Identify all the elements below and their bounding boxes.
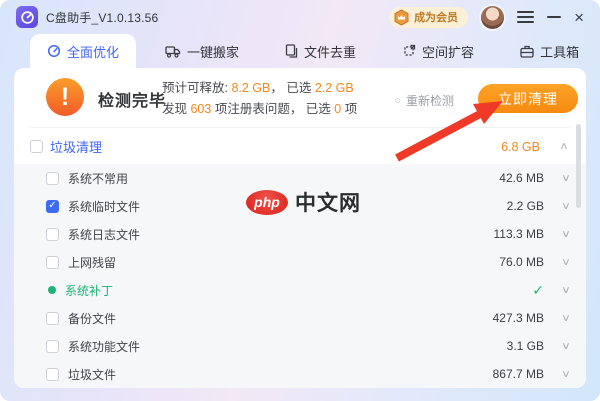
- checkbox[interactable]: [46, 368, 59, 381]
- tab-bar: 全面优化 一键搬家 文件去重 空间扩容 工具箱: [30, 34, 596, 68]
- item-size: 76.0 MB: [499, 255, 544, 269]
- tab-toolbox[interactable]: 工具箱: [503, 34, 596, 68]
- member-label: 成为会员: [414, 9, 458, 25]
- item-size: 867.7 MB: [493, 367, 544, 381]
- checkbox[interactable]: [46, 340, 59, 353]
- chevron-down-icon[interactable]: ∨: [558, 201, 574, 212]
- item-size: 42.6 MB: [499, 171, 544, 185]
- tab-label: 一键搬家: [187, 42, 239, 61]
- scrollbar-thumb[interactable]: [576, 124, 581, 208]
- list-item[interactable]: 上网残留 76.0 MB ∨: [14, 248, 586, 276]
- optimize-gauge-icon: [47, 44, 61, 58]
- list-item[interactable]: 系统功能文件 3.1 GB ∨: [14, 332, 586, 360]
- list-item-label: 备份文件: [68, 310, 116, 327]
- list-item[interactable]: 系统补丁 ✓ ∨: [14, 276, 586, 304]
- scan-summary: 预计可释放: 8.2 GB， 已选 2.2 GB 发现 603 项注册表问题， …: [162, 78, 357, 120]
- item-size: 427.3 MB: [493, 311, 544, 325]
- list-item[interactable]: 备份文件 427.3 MB ∨: [14, 304, 586, 332]
- group-checkbox[interactable]: [30, 140, 43, 153]
- checkbox[interactable]: [46, 228, 59, 241]
- recheck-button[interactable]: ○ 重新检测: [394, 92, 454, 109]
- tab-one-key-move[interactable]: 一键搬家: [148, 34, 256, 68]
- tab-full-optimize[interactable]: 全面优化: [30, 34, 136, 68]
- watermark-text: 中文网: [295, 187, 361, 217]
- checkbox[interactable]: [46, 172, 59, 185]
- group-size: 6.8 GB: [501, 140, 540, 154]
- list-item[interactable]: 系统日志文件 113.3 MB ∨: [14, 220, 586, 248]
- chevron-down-icon[interactable]: ∨: [558, 173, 574, 184]
- warning-exclamation-icon: !: [46, 78, 84, 116]
- chevron-down-icon[interactable]: ∨: [558, 229, 574, 240]
- become-member-button[interactable]: 成为会员: [389, 7, 468, 28]
- checkbox-checked[interactable]: ✓: [46, 200, 59, 213]
- scan-status: 检测完毕: [98, 87, 166, 111]
- main-panel: ! 检测完毕 预计可释放: 8.2 GB， 已选 2.2 GB 发现 603 项…: [14, 68, 586, 388]
- truck-icon: [165, 45, 181, 58]
- chevron-down-icon[interactable]: ∨: [558, 341, 574, 352]
- php-cn-watermark: php 中文网: [246, 187, 361, 217]
- summary-line2: 发现 603 项注册表问题， 已选 0 项: [162, 99, 357, 120]
- app-logo-icon: [16, 6, 38, 28]
- title-bar: C盘助手_V1.0.13.56 成为会员 ×: [0, 0, 600, 34]
- selected-size: 2.2 GB: [315, 81, 354, 95]
- list-item-label: 上网残留: [68, 254, 116, 271]
- tab-label: 文件去重: [304, 42, 356, 61]
- list-item-label: 垃圾文件: [68, 366, 116, 383]
- crown-badge-icon: [393, 9, 410, 26]
- summary-line1: 预计可释放: 8.2 GB， 已选 2.2 GB: [162, 78, 357, 99]
- tab-label: 空间扩容: [422, 42, 474, 61]
- chevron-down-icon[interactable]: ∨: [558, 257, 574, 268]
- app-window: C盘助手_V1.0.13.56 成为会员 × 全面优化 一键搬家: [0, 0, 600, 401]
- close-icon[interactable]: ×: [574, 9, 584, 26]
- list-item-label: 系统临时文件: [68, 198, 140, 215]
- user-avatar[interactable]: [481, 6, 504, 29]
- list-item-label: 系统日志文件: [68, 226, 140, 243]
- menu-icon[interactable]: [517, 11, 534, 23]
- duplicate-files-icon: [285, 44, 298, 58]
- list-item[interactable]: 垃圾文件 867.7 MB ∨: [14, 360, 586, 388]
- chevron-down-icon[interactable]: ∨: [558, 369, 574, 380]
- checkbox[interactable]: [46, 256, 59, 269]
- group-label: 垃圾清理: [50, 137, 102, 156]
- list-item-label: 系统不常用: [68, 170, 128, 187]
- tab-label: 全面优化: [67, 42, 119, 61]
- expand-space-icon: [402, 44, 416, 58]
- green-dot-icon: [48, 286, 56, 294]
- group-header-junk-clean[interactable]: 垃圾清理 6.8 GB ∧: [30, 127, 570, 165]
- recheck-circle-icon: ○: [394, 95, 401, 107]
- tab-file-dedupe[interactable]: 文件去重: [268, 34, 373, 68]
- toolbox-icon: [520, 45, 534, 58]
- checkbox[interactable]: [46, 312, 59, 325]
- chevron-down-icon[interactable]: ∨: [558, 285, 574, 296]
- item-size: 113.3 MB: [494, 227, 544, 241]
- list-item-label: 系统功能文件: [68, 338, 140, 355]
- tab-space-expand[interactable]: 空间扩容: [385, 34, 491, 68]
- minimize-icon[interactable]: [547, 16, 561, 18]
- app-title: C盘助手_V1.0.13.56: [46, 9, 158, 26]
- clean-now-button[interactable]: 立即清理: [478, 84, 578, 113]
- tab-label: 工具箱: [540, 42, 579, 61]
- item-size: 2.2 GB: [507, 199, 544, 213]
- php-logo: php: [246, 190, 288, 215]
- done-check-icon: ✓: [532, 282, 544, 299]
- registry-issue-count: 603: [190, 102, 211, 116]
- chevron-up-icon[interactable]: ∧: [556, 141, 572, 152]
- recheck-label: 重新检测: [406, 92, 454, 109]
- item-size: 3.1 GB: [507, 339, 544, 353]
- releasable-size: 8.2 GB: [231, 81, 270, 95]
- list-item-label: 系统补丁: [65, 282, 113, 299]
- chevron-down-icon[interactable]: ∨: [558, 313, 574, 324]
